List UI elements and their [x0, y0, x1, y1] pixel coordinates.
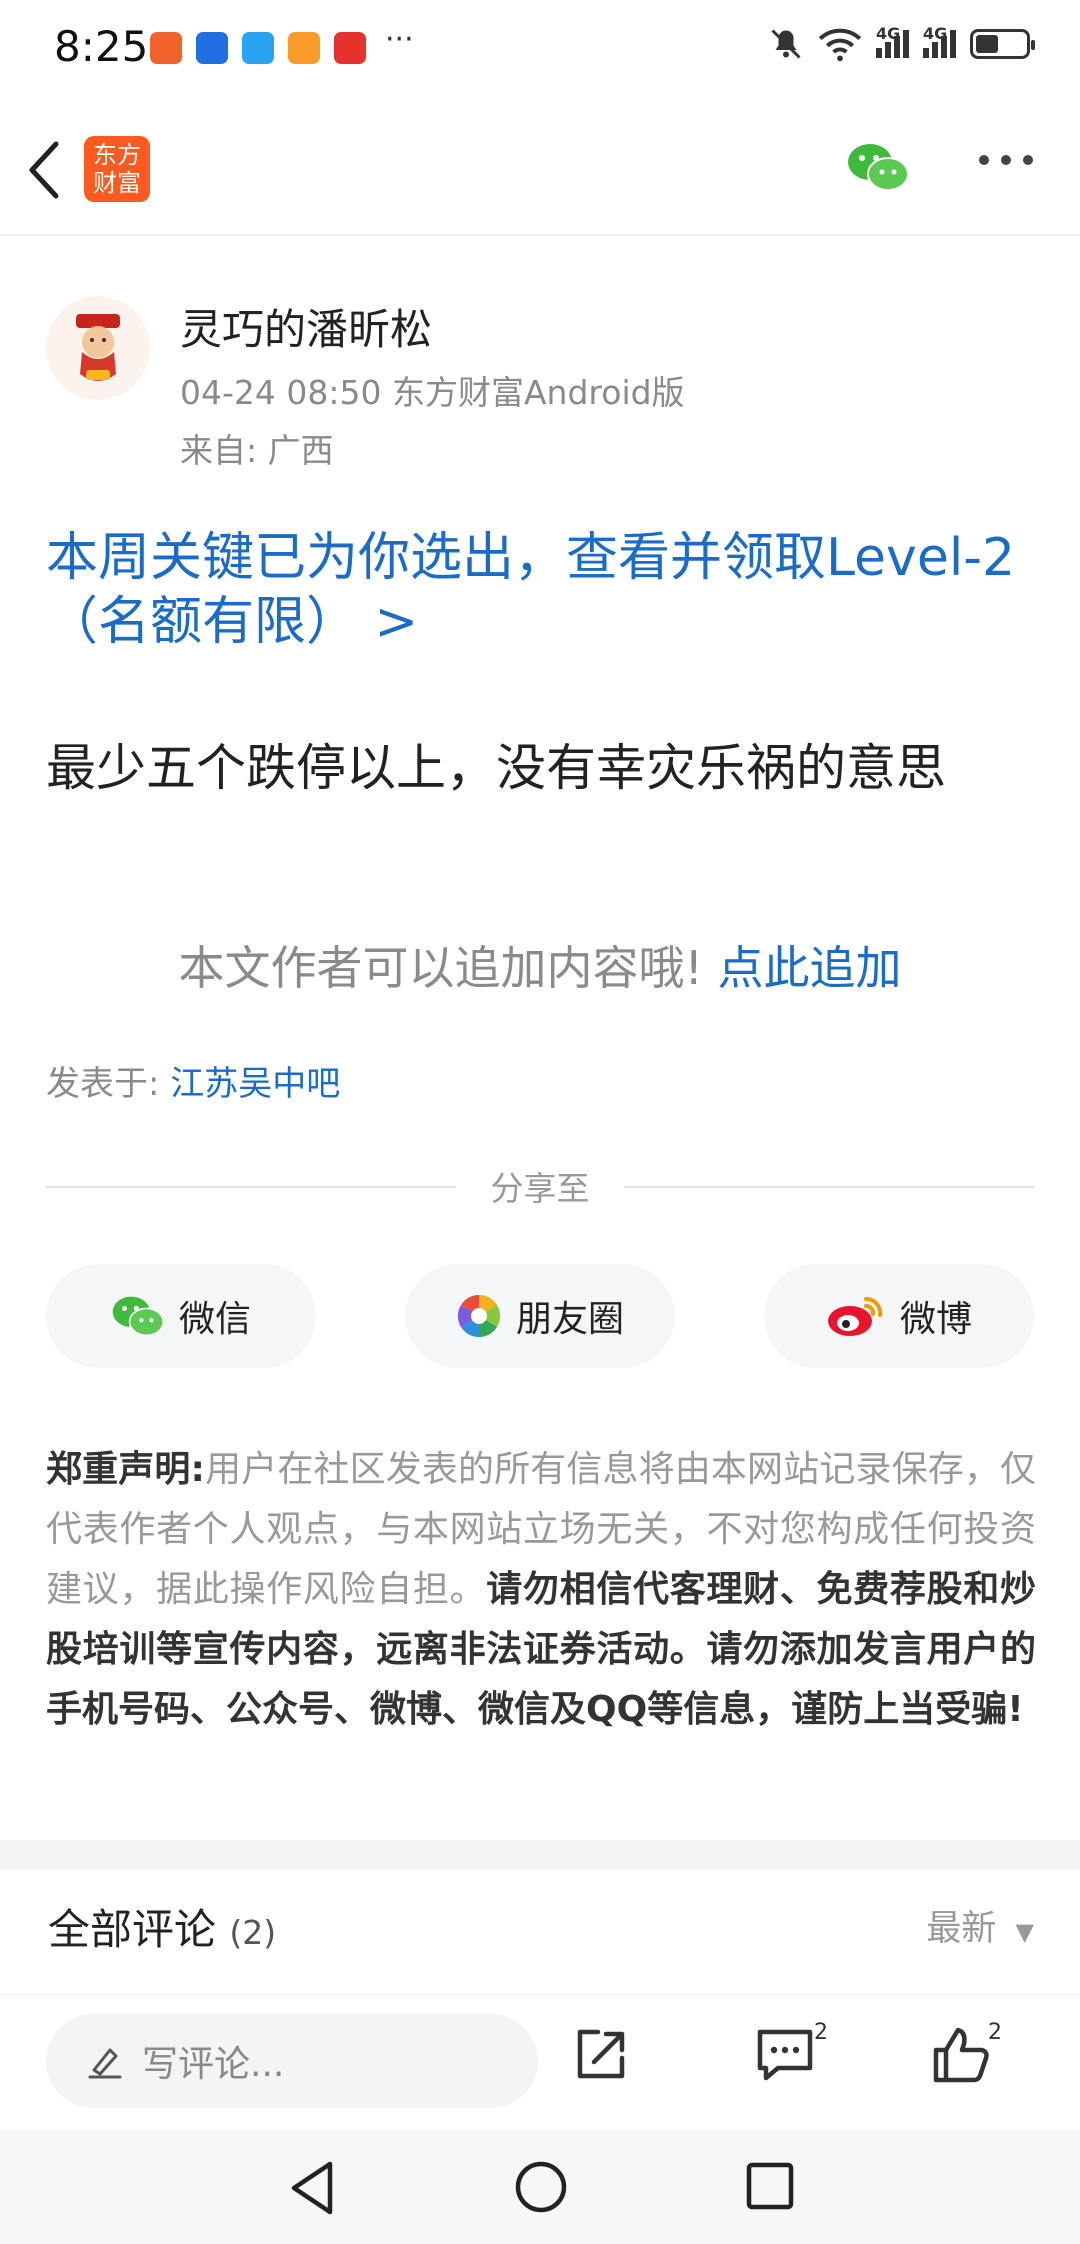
- more-notifications: ···: [385, 22, 414, 57]
- share-label: 朋友圈: [515, 1299, 624, 1340]
- nav-recents-icon[interactable]: [746, 2162, 794, 2210]
- comment-placeholder: 写评论...: [142, 2044, 285, 2085]
- disclaimer: 郑重声明:用户在社区发表的所有信息将由本网站记录保存，仅代表作者个人观点，与本网…: [46, 1440, 1036, 1740]
- comments-title: 全部评论: [48, 1905, 217, 1954]
- comments-header: 全部评论 (2): [48, 1896, 276, 1957]
- avatar-image: [46, 296, 150, 400]
- signal-icon: 4G: [923, 24, 956, 58]
- caret-down-icon: ▼: [1015, 1918, 1034, 1946]
- like-button[interactable]: 2: [930, 2020, 1002, 2090]
- author-name[interactable]: 灵巧的潘昕松: [180, 296, 432, 357]
- share-moments-button[interactable]: 朋友圈: [405, 1264, 675, 1368]
- append-text: 本文作者可以追加内容哦!: [178, 941, 703, 995]
- comment-button[interactable]: 2: [754, 2020, 828, 2090]
- wechat-icon: [112, 1296, 165, 1337]
- pencil-icon: [88, 2048, 122, 2079]
- logo-text: 财富: [93, 169, 141, 197]
- news-notification-icon: [334, 32, 366, 64]
- share-label: 微博: [899, 1299, 972, 1340]
- status-bar: 8:25 ··· 4G 4G: [0, 0, 1080, 100]
- posted-in: 发表于: 江苏吴中吧: [46, 1056, 340, 1105]
- like-count-badge: 2: [988, 2020, 1002, 2045]
- weather-notification-icon: [242, 32, 274, 64]
- comment-count-badge: 2: [814, 2020, 828, 2045]
- mute-icon: [771, 29, 801, 59]
- nav-home-icon[interactable]: [514, 2160, 568, 2214]
- sort-label: 最新: [926, 1909, 997, 1949]
- post-meta: 04-24 08:50 东方财富Android版: [180, 373, 685, 412]
- comment-icon: [757, 2029, 813, 2081]
- posted-in-label: 发表于:: [46, 1064, 160, 1104]
- more-icon[interactable]: [976, 150, 1036, 170]
- section-separator: [0, 1840, 1080, 1870]
- share-label: 微信: [178, 1299, 251, 1340]
- post-body: 最少五个跌停以上，没有幸灾乐祸的意思: [46, 739, 946, 797]
- avatar[interactable]: [46, 296, 150, 400]
- network-type-label: 4G: [923, 24, 948, 43]
- sort-dropdown[interactable]: 最新 ▼: [926, 1900, 1034, 1951]
- thumbs-up-icon: [933, 2027, 989, 2083]
- post-location: 来自: 广西: [180, 431, 334, 470]
- wechat-share-icon[interactable]: [846, 140, 910, 194]
- app-bar: [0, 100, 1080, 236]
- signal-icon: 4G: [876, 24, 909, 58]
- share-wechat-button[interactable]: 微信: [46, 1264, 316, 1368]
- weibo-icon: [827, 1296, 883, 1336]
- app-notification-icon: [196, 32, 228, 64]
- promo-link[interactable]: 本周关键已为你选出，查看并领取Level-2（名额有限） >: [46, 526, 1036, 654]
- moments-icon: [457, 1294, 501, 1338]
- video-notification-icon: [288, 32, 320, 64]
- back-icon[interactable]: [24, 140, 64, 200]
- share-icon[interactable]: [572, 2026, 630, 2084]
- network-type-label: 4G: [876, 24, 901, 43]
- eastmoney-logo[interactable]: 东方 财富: [84, 136, 150, 202]
- wifi-icon: [818, 28, 862, 62]
- system-icons: 4G 4G: [768, 24, 1035, 62]
- comment-input[interactable]: 写评论...: [46, 2014, 538, 2108]
- logo-text: 东方: [93, 141, 141, 169]
- battery-icon: [970, 29, 1035, 59]
- append-link[interactable]: 点此追加: [718, 941, 902, 995]
- bar-link[interactable]: 江苏吴中吧: [170, 1064, 340, 1104]
- comments-count: (2): [229, 1913, 277, 1952]
- status-time: 8:25: [54, 22, 149, 71]
- append-content-prompt: 本文作者可以追加内容哦! 点此追加: [0, 932, 1080, 998]
- share-weibo-button[interactable]: 微博: [764, 1264, 1034, 1368]
- disclaimer-title: 郑重声明:: [46, 1449, 205, 1490]
- app-notification-icon: [150, 32, 182, 64]
- share-title: 分享至: [490, 1169, 590, 1208]
- nav-back-icon[interactable]: [288, 2160, 338, 2216]
